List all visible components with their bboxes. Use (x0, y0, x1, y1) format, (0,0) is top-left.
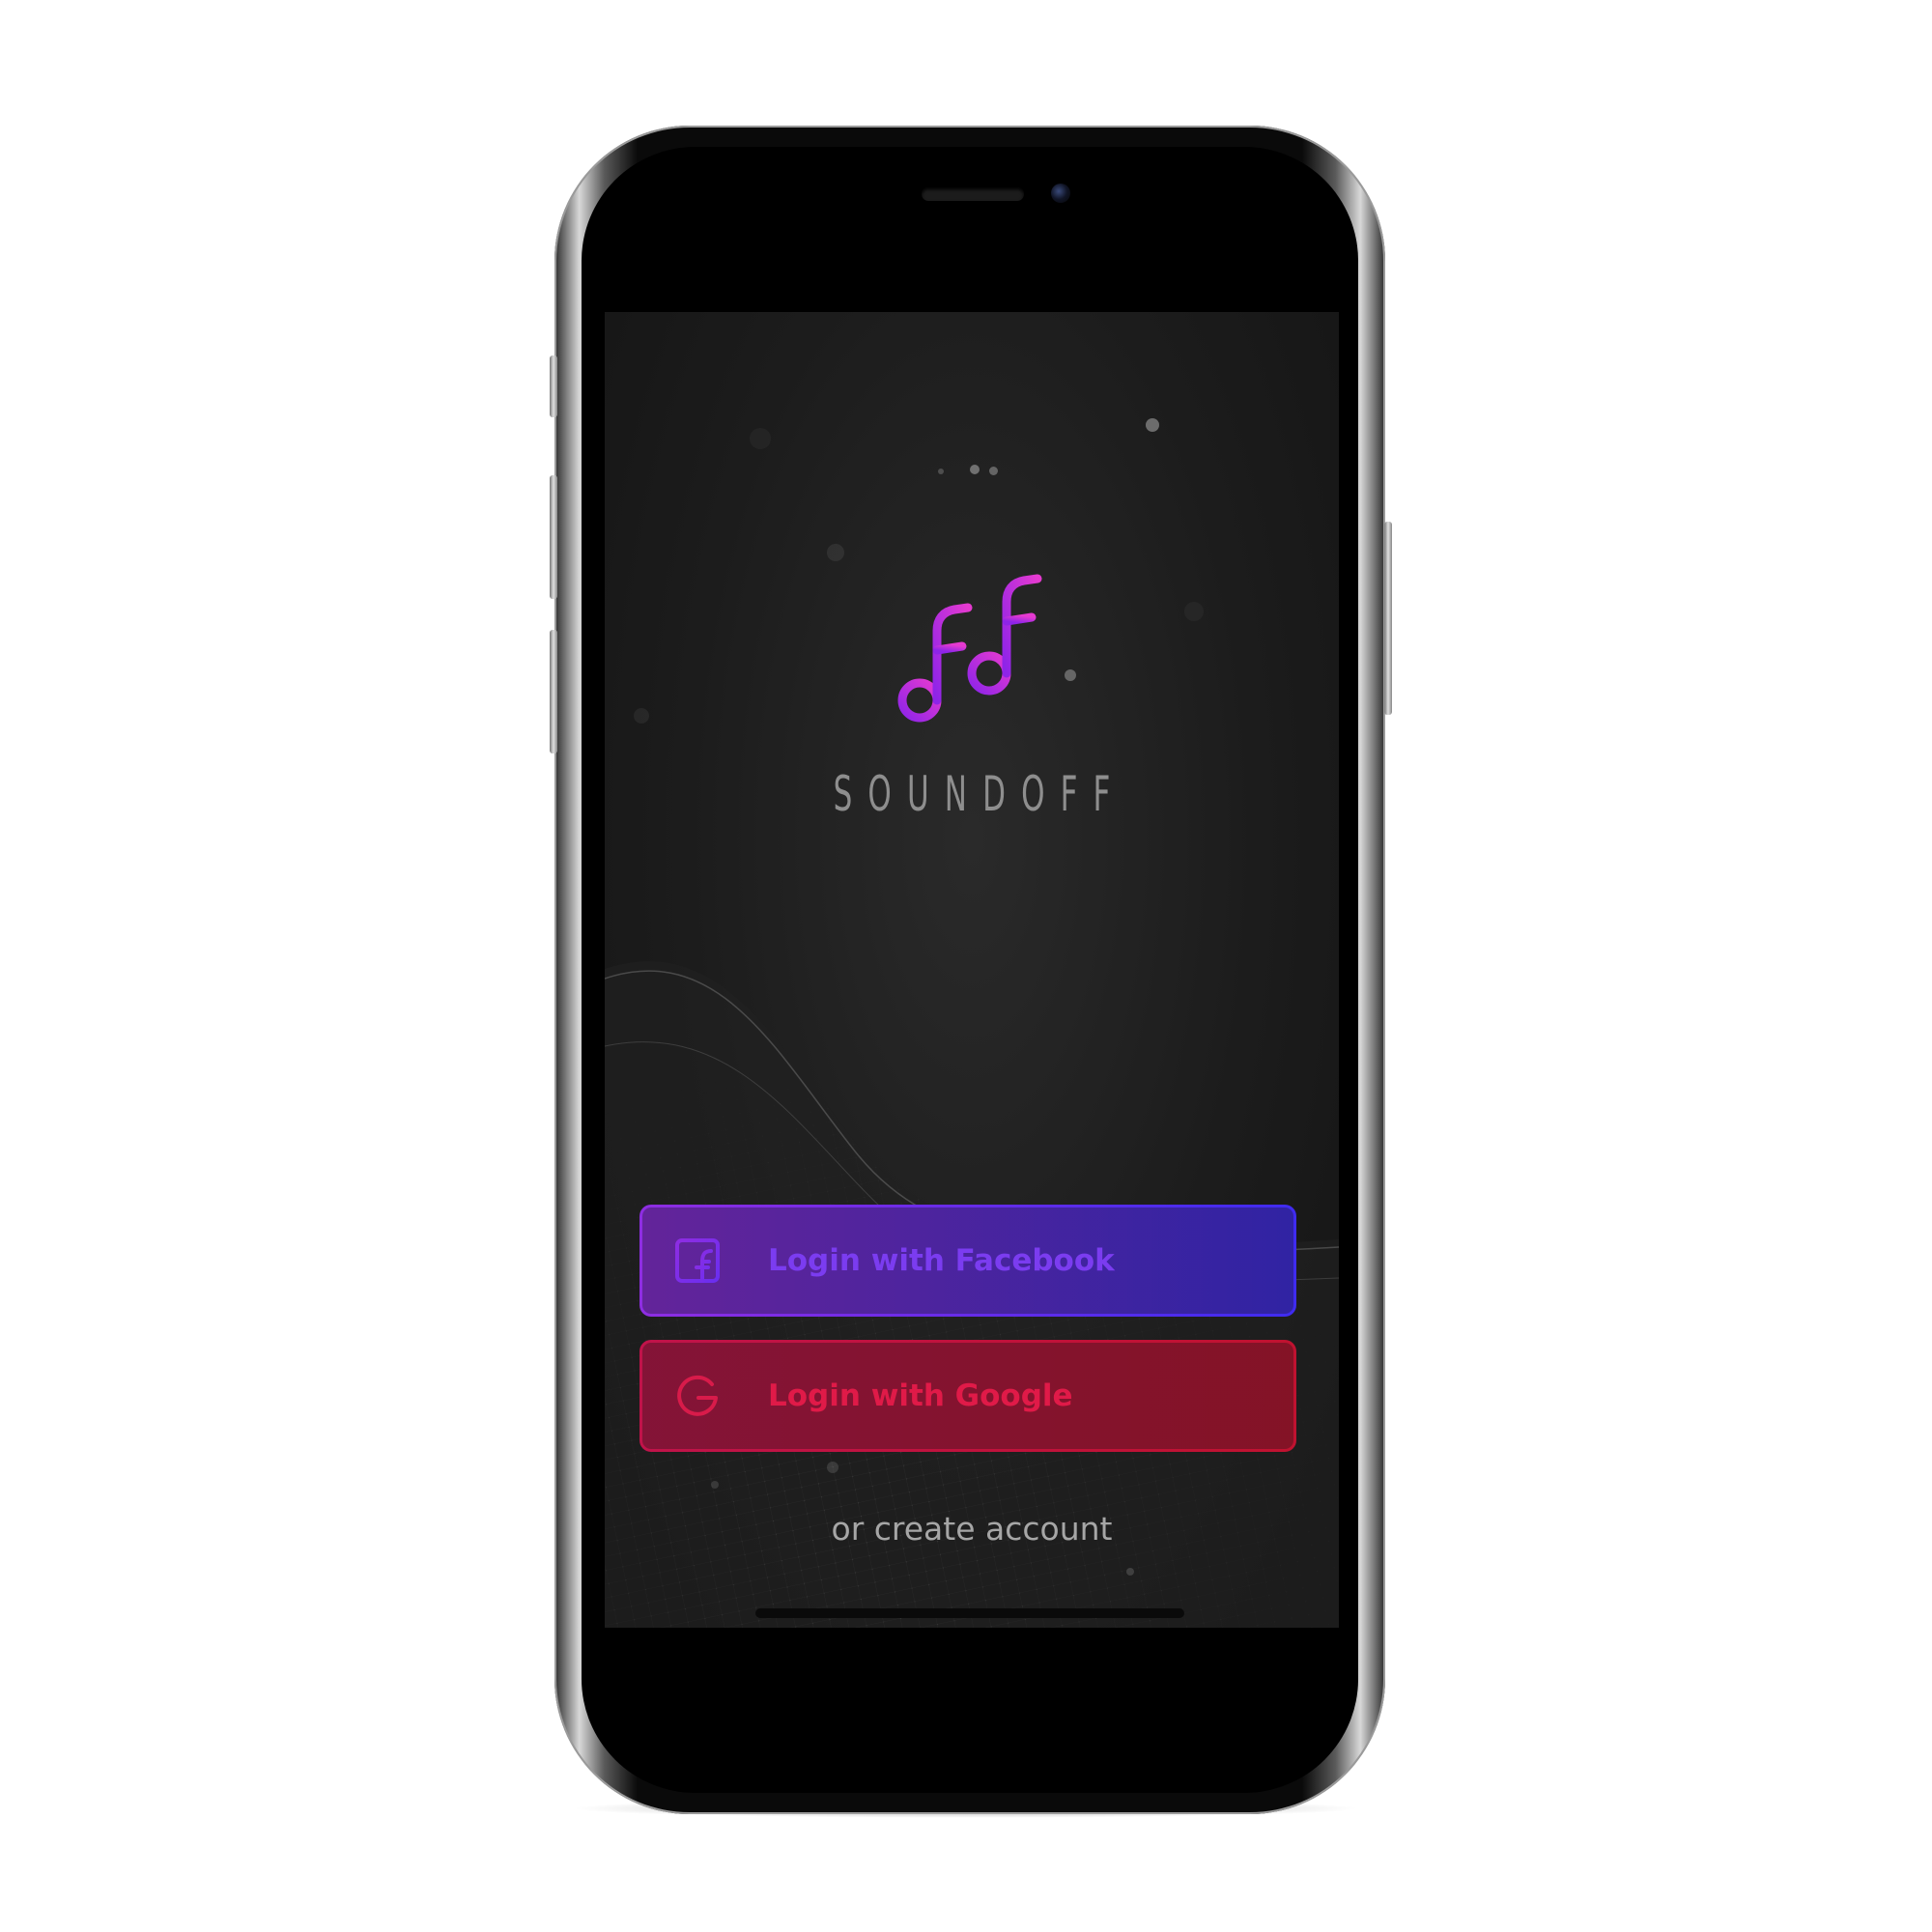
app-screen: SOUNDOFF Login with Facebook Login with (605, 312, 1339, 1628)
bokeh-dot (750, 428, 771, 449)
mockup-stage: SOUNDOFF Login with Facebook Login with (0, 0, 1932, 1932)
bokeh-dot (827, 1462, 838, 1473)
bokeh-dot (634, 708, 649, 724)
create-account-link[interactable]: or create account (605, 1510, 1339, 1548)
bokeh-dot (989, 467, 998, 475)
bokeh-dot (1065, 669, 1076, 681)
login-google-button[interactable]: Login with Google (639, 1340, 1296, 1452)
bokeh-dot (827, 544, 844, 561)
bokeh-dot (1126, 1568, 1134, 1576)
brand-title: SOUNDOFF (833, 766, 1126, 822)
bokeh-dot (1146, 418, 1159, 432)
login-facebook-button[interactable]: Login with Facebook (639, 1205, 1296, 1317)
silent-switch (550, 355, 557, 417)
bokeh-dot (1184, 602, 1204, 621)
bokeh-dot (711, 1481, 719, 1489)
login-google-label: Login with Google (768, 1378, 1073, 1413)
front-camera (1051, 184, 1070, 203)
power-button (1384, 522, 1392, 715)
double-music-note-icon (897, 574, 1042, 723)
bokeh-dot (938, 469, 944, 474)
bokeh-dot (970, 465, 980, 474)
volume-down-button (550, 630, 557, 753)
home-indicator (755, 1608, 1184, 1618)
google-icon (677, 1375, 718, 1416)
facebook-icon (675, 1238, 720, 1283)
earpiece-speaker (922, 187, 1024, 201)
volume-up-button (550, 475, 557, 599)
login-facebook-label: Login with Facebook (768, 1243, 1115, 1278)
